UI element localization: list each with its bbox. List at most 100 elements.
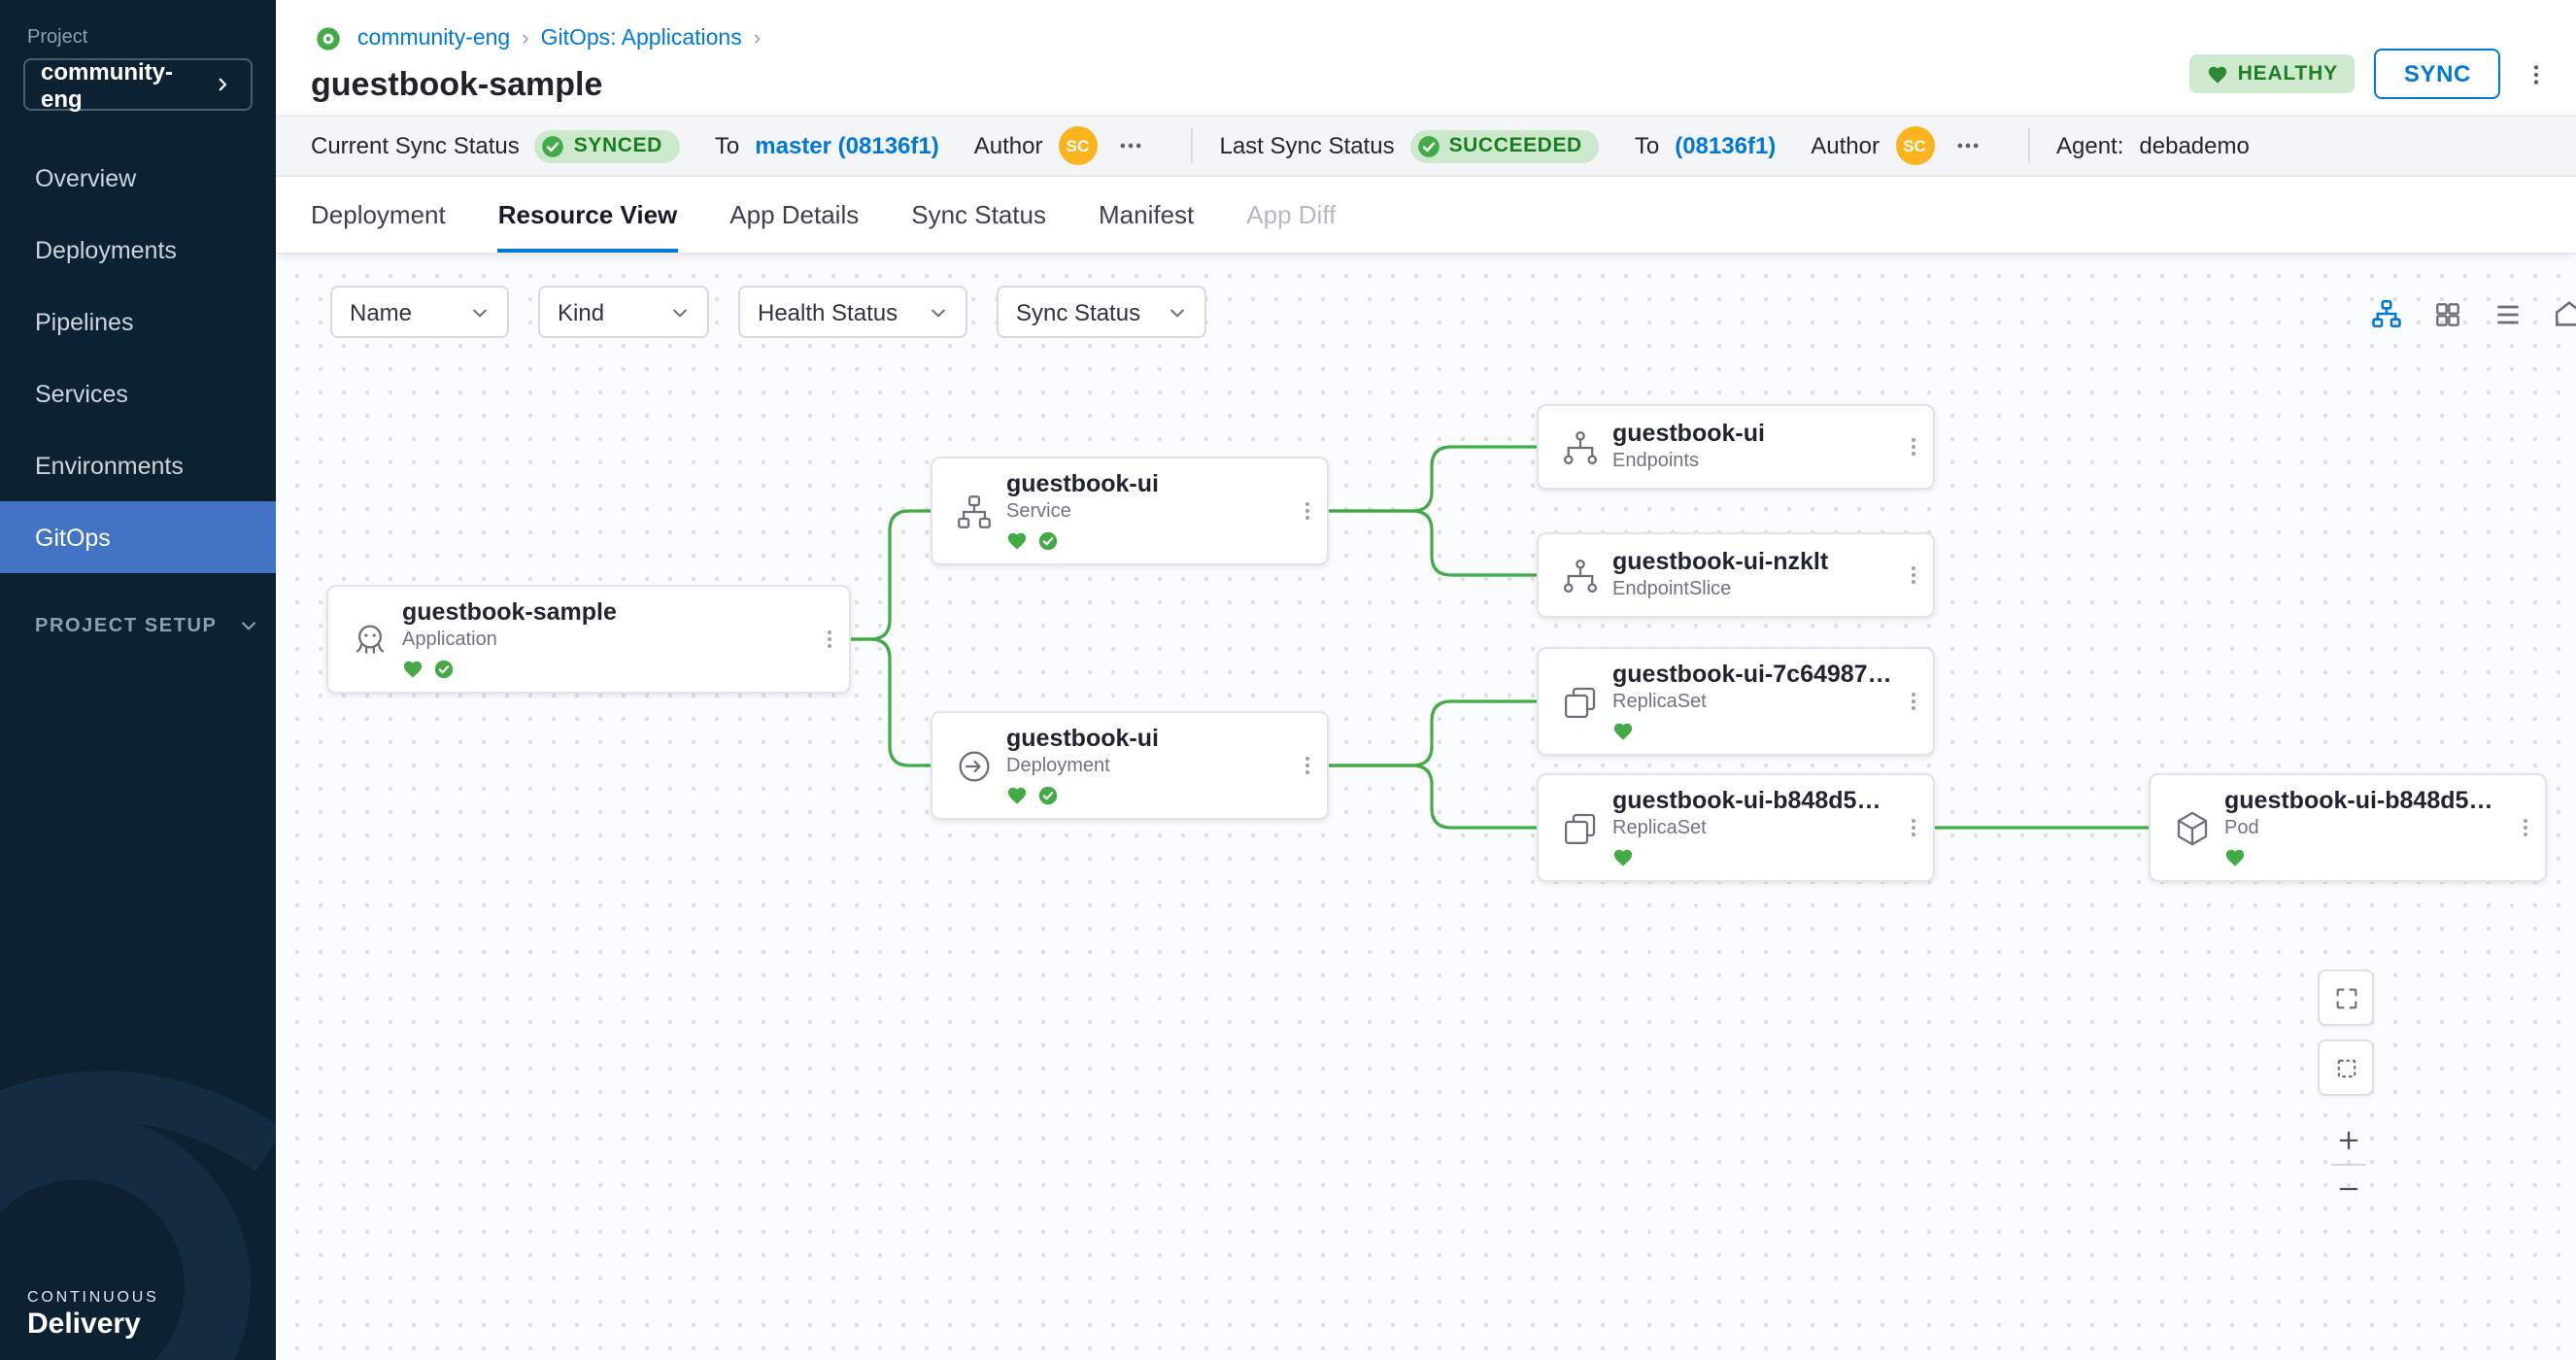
- node-status-icons: [2224, 847, 2506, 868]
- chevron-down-icon: [235, 612, 262, 639]
- node-kind: Pod: [2224, 818, 2506, 841]
- heart-icon: [2207, 63, 2228, 85]
- sidebar-item-gitops[interactable]: GitOps: [0, 501, 276, 573]
- node-name: guestbook-ui: [1006, 470, 1288, 499]
- last-revision-link[interactable]: (08136f1): [1675, 132, 1776, 159]
- node-kind: Endpoints: [1612, 451, 1894, 474]
- node-status-icons: [1612, 847, 1894, 868]
- chevron-down-icon: [670, 302, 690, 322]
- tab-manifest[interactable]: Manifest: [1099, 177, 1194, 253]
- project-selector-value: community-eng: [41, 57, 210, 112]
- service-icon: [932, 491, 1006, 531]
- gitops-agent-icon: [311, 21, 346, 56]
- harness-gitops-app: Project community-eng Overview Deploymen…: [0, 0, 2576, 1360]
- check-circle-icon: [541, 133, 566, 158]
- tab-app-details[interactable]: App Details: [729, 177, 859, 253]
- chevron-right-icon: [210, 72, 235, 97]
- sync-status-filter[interactable]: Sync Status: [997, 286, 1206, 338]
- list-view-icon[interactable]: [2489, 294, 2527, 333]
- pod-icon: [2151, 807, 2224, 848]
- node-status-icons: [1612, 721, 1894, 742]
- replicaset-icon: [1539, 807, 1612, 848]
- more-options-icon[interactable]: [1112, 128, 1147, 163]
- endpoints-icon: [1539, 426, 1612, 467]
- application-icon: [328, 619, 402, 660]
- node-service[interactable]: guestbook-ui Service: [931, 457, 1329, 565]
- node-menu-button[interactable]: [1894, 775, 1933, 880]
- heart-icon: [1612, 721, 1634, 742]
- tab-sync-status[interactable]: Sync Status: [911, 177, 1046, 253]
- heart-icon: [402, 659, 424, 680]
- project-selector[interactable]: community-eng: [23, 58, 253, 111]
- sidebar-item-overview[interactable]: Overview: [0, 142, 276, 214]
- project-setup-toggle[interactable]: PROJECT SETUP: [0, 612, 276, 639]
- zoom-in-button[interactable]: [2322, 1117, 2374, 1164]
- health-status-filter[interactable]: Health Status: [738, 286, 967, 338]
- author-avatar: SC: [1895, 126, 1934, 165]
- author-avatar: SC: [1058, 126, 1097, 165]
- zoom-out-button[interactable]: [2322, 1166, 2374, 1212]
- fit-view-button[interactable]: [2318, 1039, 2374, 1096]
- sidebar-item-services[interactable]: Services: [0, 357, 276, 429]
- to-label: To: [715, 132, 739, 159]
- header-kebab-menu-icon[interactable]: [2520, 57, 2553, 90]
- header-actions: HEALTHY SYNC: [2189, 49, 2553, 99]
- node-kind: Application: [402, 629, 810, 653]
- name-filter[interactable]: Name: [330, 286, 509, 338]
- grid-view-icon[interactable]: [2428, 294, 2467, 333]
- endpointslice-icon: [1539, 555, 1612, 595]
- node-endpoints[interactable]: guestbook-ui Endpoints: [1537, 404, 1935, 490]
- node-replicaset-current[interactable]: guestbook-ui-b848d5d9d ReplicaSet: [1537, 773, 1935, 882]
- node-kind: Service: [1006, 501, 1288, 525]
- kind-filter[interactable]: Kind: [538, 286, 709, 338]
- author-label: Author: [974, 132, 1043, 159]
- tree-view-icon[interactable]: [2366, 293, 2407, 334]
- chevron-down-icon: [1168, 302, 1187, 322]
- replicaset-icon: [1539, 681, 1612, 722]
- sync-button[interactable]: SYNC: [2375, 49, 2500, 99]
- fullscreen-button[interactable]: [2318, 969, 2374, 1026]
- divider: [1190, 128, 1192, 163]
- sidebar-item-environments[interactable]: Environments: [0, 429, 276, 501]
- breadcrumb-separator: ›: [754, 27, 761, 51]
- node-application[interactable]: guestbook-sample Application: [326, 585, 851, 694]
- node-menu-button[interactable]: [1288, 459, 1327, 563]
- tab-deployment[interactable]: Deployment: [311, 177, 446, 253]
- zoom-controls: [2322, 1117, 2374, 1212]
- heart-icon: [1006, 785, 1028, 806]
- current-revision-link[interactable]: master (08136f1): [755, 132, 938, 159]
- node-menu-button[interactable]: [1894, 534, 1933, 616]
- resource-tree-canvas[interactable]: Name Kind Health Status Sync Status: [276, 255, 2576, 1360]
- node-menu-button[interactable]: [1894, 649, 1933, 754]
- node-replicaset-old[interactable]: guestbook-ui-7c64987dc9 ReplicaSet: [1537, 647, 1935, 756]
- agent-value: debademo: [2139, 132, 2249, 159]
- node-endpointslice[interactable]: guestbook-ui-nzklt EndpointSlice: [1537, 532, 1935, 618]
- node-name: guestbook-ui-b848d5d9...: [2224, 787, 2506, 816]
- node-menu-button[interactable]: [1288, 713, 1327, 818]
- node-pod[interactable]: guestbook-ui-b848d5d9... Pod: [2149, 773, 2547, 882]
- chevron-down-icon: [470, 302, 490, 322]
- more-options-icon[interactable]: [1949, 128, 1984, 163]
- main-panel: community-eng › GitOps: Applications › g…: [276, 0, 2576, 1360]
- sidebar: Project community-eng Overview Deploymen…: [0, 0, 276, 1360]
- breadcrumb-applications-link[interactable]: GitOps: Applications: [541, 27, 742, 51]
- group-view-icon[interactable]: [2549, 293, 2576, 334]
- check-circle-icon: [1037, 785, 1059, 806]
- breadcrumb-project-link[interactable]: community-eng: [357, 27, 510, 51]
- chevron-down-icon: [929, 302, 948, 322]
- node-menu-button[interactable]: [1894, 406, 1933, 488]
- node-kind: EndpointSlice: [1612, 579, 1894, 602]
- node-menu-button[interactable]: [810, 587, 849, 692]
- brand-logo: CONTINUOUS Delivery: [27, 1288, 159, 1341]
- node-kind: ReplicaSet: [1612, 818, 1894, 841]
- sidebar-item-deployments[interactable]: Deployments: [0, 214, 276, 286]
- tab-resource-view[interactable]: Resource View: [498, 177, 678, 253]
- divider: [2027, 128, 2029, 163]
- sidebar-item-pipelines[interactable]: Pipelines: [0, 286, 276, 357]
- node-deployment[interactable]: guestbook-ui Deployment: [931, 711, 1329, 820]
- check-circle-icon: [433, 659, 455, 680]
- heart-icon: [1006, 530, 1028, 552]
- tab-bar: Deployment Resource View App Details Syn…: [276, 177, 2576, 255]
- node-menu-button[interactable]: [2506, 775, 2545, 880]
- current-sync-label: Current Sync Status: [311, 132, 520, 159]
